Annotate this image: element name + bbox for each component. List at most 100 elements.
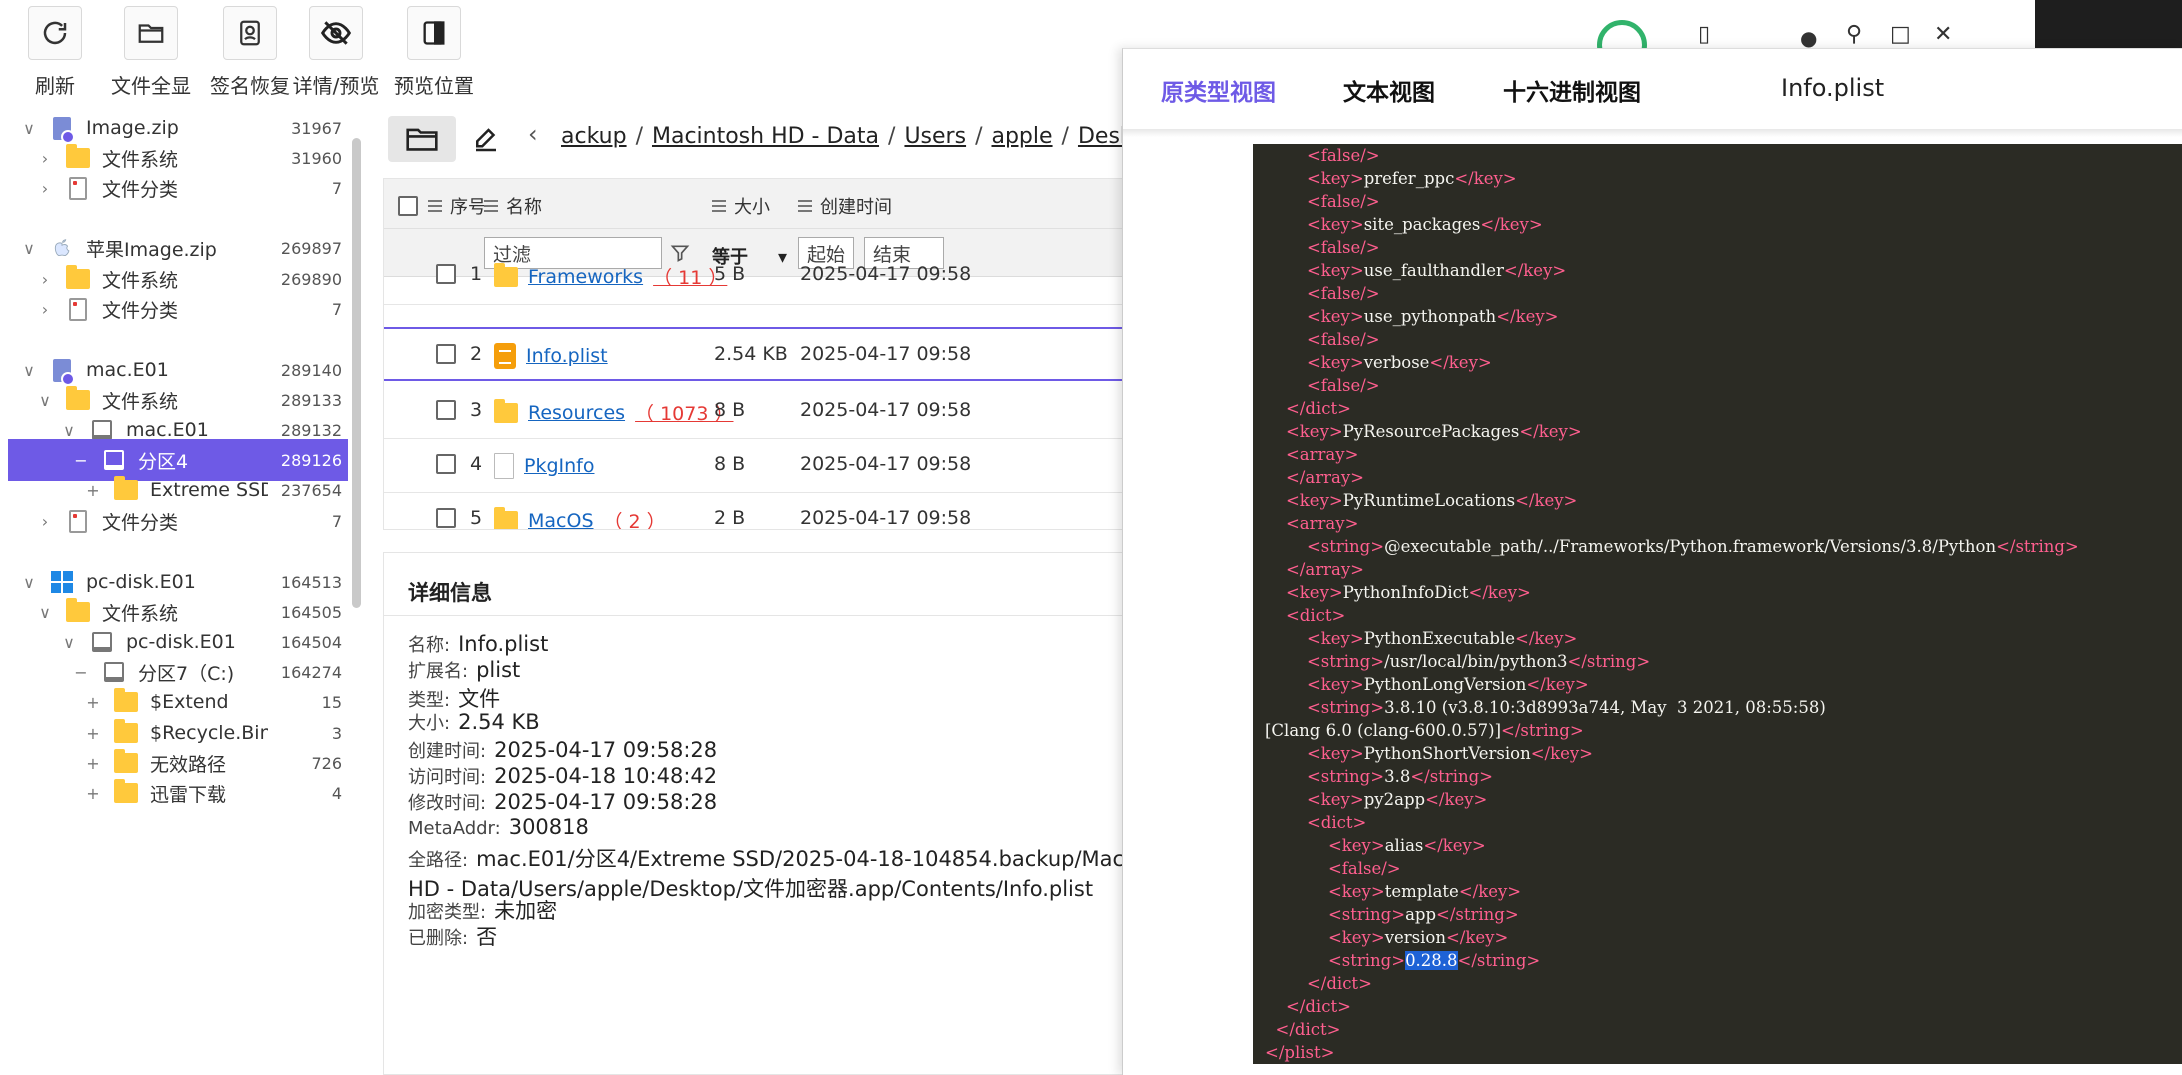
panel-right-icon bbox=[423, 21, 445, 45]
table-row[interactable]: 5 MacOS （ 2 ） 2 B 2025-04-17 09:58 bbox=[384, 493, 1122, 530]
tree-item-label: 文件分类 bbox=[102, 511, 179, 534]
tree-item-label: pc-disk.E01 bbox=[86, 571, 196, 593]
row-checkbox[interactable] bbox=[436, 344, 456, 364]
refresh-icon bbox=[43, 21, 67, 45]
show-all-button[interactable]: 文件全显 bbox=[106, 0, 196, 99]
chevron-down-icon[interactable]: ∨ bbox=[18, 573, 40, 592]
tree-item-count: 164505 bbox=[280, 602, 342, 622]
pin-icon[interactable]: ⚲ bbox=[1846, 22, 1862, 47]
detail-value: 2025-04-18 10:48:42 bbox=[494, 764, 718, 788]
tree-item-label: Extreme SSD bbox=[150, 479, 268, 501]
file-icon[interactable]: ▯ bbox=[1698, 22, 1710, 47]
tree-item-count: 164513 bbox=[280, 572, 342, 592]
filter-icon[interactable] bbox=[670, 243, 690, 263]
col-created[interactable]: 创建时间 bbox=[820, 193, 892, 219]
breadcrumb-segment[interactable]: ackup bbox=[561, 124, 627, 149]
chevron-down-icon[interactable]: ∨ bbox=[58, 633, 80, 652]
detail-value: 否 bbox=[476, 925, 498, 949]
edit-path-button[interactable] bbox=[468, 122, 504, 158]
chevron-down-icon[interactable]: ∨ bbox=[34, 603, 56, 622]
expand-icon[interactable]: + bbox=[82, 481, 104, 500]
tab-text-view[interactable]: 文本视图 bbox=[1343, 73, 1435, 107]
column-menu-icon bbox=[712, 200, 726, 212]
expand-icon[interactable]: + bbox=[82, 724, 104, 743]
collapse-icon[interactable]: − bbox=[70, 663, 92, 682]
maximize-icon[interactable]: □ bbox=[1890, 22, 1911, 47]
sign-recover-button[interactable]: 签名恢复 bbox=[205, 0, 295, 99]
tree-item-label: Image.zip bbox=[86, 117, 179, 139]
tree-item-count: 269890 bbox=[280, 269, 342, 289]
file-name-link[interactable]: Info.plist bbox=[526, 345, 608, 367]
row-checkbox[interactable] bbox=[436, 508, 456, 528]
chevron-right-icon[interactable]: › bbox=[34, 512, 56, 531]
tree-scrollbar[interactable] bbox=[352, 138, 361, 608]
row-checkbox[interactable] bbox=[436, 400, 456, 420]
tree-item-label: $Extend bbox=[150, 691, 229, 713]
chevron-down-icon[interactable]: ∨ bbox=[58, 421, 80, 440]
child-count[interactable]: （ 2 ） bbox=[604, 507, 666, 529]
col-size[interactable]: 大小 bbox=[734, 193, 770, 219]
col-index[interactable]: 序号 bbox=[450, 193, 486, 219]
selected-text[interactable]: 0.28.8 bbox=[1405, 951, 1458, 970]
tree-item[interactable]: › 文件分类 7 bbox=[8, 288, 348, 330]
sign-recover-label: 签名恢复 bbox=[210, 74, 290, 98]
folder-shape bbox=[66, 144, 90, 168]
tree-item[interactable]: › 文件分类 7 bbox=[8, 167, 348, 209]
tree-item[interactable]: › 文件分类 7 bbox=[8, 500, 348, 542]
category-icon bbox=[64, 509, 92, 533]
file-name-link[interactable]: Resources bbox=[528, 402, 625, 424]
created-time: 2025-04-17 09:58 bbox=[800, 507, 972, 529]
file-size: 8 B bbox=[714, 453, 746, 475]
expand-icon[interactable]: + bbox=[82, 784, 104, 803]
document-shape bbox=[69, 297, 87, 321]
row-checkbox[interactable] bbox=[436, 454, 456, 474]
breadcrumb-segment[interactable]: Users bbox=[904, 124, 966, 149]
category-icon bbox=[64, 297, 92, 321]
breadcrumb-segment[interactable]: Macintosh HD - Data bbox=[652, 124, 879, 149]
file-table: 序号 名称 大小 创建时间 过滤 等于 ▾ 起始 结束 1 Frameworks （ … bbox=[383, 178, 1123, 530]
file-name-link[interactable]: MacOS bbox=[528, 510, 594, 530]
chevron-down-icon[interactable]: ∨ bbox=[18, 239, 40, 258]
table-row[interactable]: 3 Resources （ 1073 ） 8 B 2025-04-17 09:58 bbox=[384, 385, 1122, 439]
chevron-right-icon[interactable]: › bbox=[34, 270, 56, 289]
detail-key: 名称: bbox=[408, 635, 451, 656]
refresh-button[interactable]: 刷新 bbox=[28, 0, 82, 99]
chevron-right-icon[interactable]: › bbox=[34, 149, 56, 168]
chevron-down-icon[interactable]: ∨ bbox=[18, 361, 40, 380]
detail-preview-button[interactable]: 详情/预览 bbox=[290, 0, 382, 99]
chevron-down-icon[interactable]: ∨ bbox=[18, 119, 40, 138]
chevron-left-icon[interactable]: ‹ bbox=[528, 120, 538, 148]
tree-item-label: 迅雷下载 bbox=[150, 783, 227, 806]
collapse-icon[interactable]: − bbox=[70, 451, 92, 470]
tab-raw-view[interactable]: 原类型视图 bbox=[1161, 73, 1276, 107]
table-row[interactable]: 1 Frameworks （ 11 ） 5 B 2025-04-17 09:58 bbox=[384, 262, 1122, 305]
folder-view-button[interactable] bbox=[388, 116, 456, 162]
folder-shape bbox=[114, 719, 138, 743]
created-time: 2025-04-17 09:58 bbox=[800, 263, 972, 285]
breadcrumb-segment[interactable]: apple bbox=[991, 124, 1052, 149]
tree-item-count: 3 bbox=[331, 723, 342, 743]
tree-item-count: 237654 bbox=[280, 480, 342, 500]
close-icon[interactable]: ✕ bbox=[1934, 22, 1952, 47]
expand-icon[interactable]: + bbox=[82, 693, 104, 712]
select-all-checkbox[interactable] bbox=[398, 196, 418, 216]
chevron-right-icon[interactable]: › bbox=[34, 179, 56, 198]
detail-value: 2.54 KB bbox=[458, 710, 540, 734]
tree-item[interactable]: + 迅雷下载 4 bbox=[8, 772, 348, 814]
file-name-link[interactable]: PkgInfo bbox=[524, 455, 594, 477]
document-shape bbox=[69, 176, 87, 200]
chevron-right-icon[interactable]: › bbox=[34, 300, 56, 319]
code-view[interactable]: <false/> <key>prefer_ppc</key> <false/> … bbox=[1253, 144, 2182, 1064]
row-checkbox[interactable] bbox=[436, 264, 456, 284]
table-row[interactable]: 2 Info.plist 2.54 KB 2025-04-17 09:58 bbox=[384, 327, 1122, 381]
chevron-down-icon[interactable]: ∨ bbox=[34, 391, 56, 410]
file-name-link[interactable]: Frameworks bbox=[528, 266, 643, 288]
user-icon[interactable]: ● bbox=[1800, 26, 1817, 50]
expand-icon[interactable]: + bbox=[82, 754, 104, 773]
preview-position-button[interactable]: 预览位置 bbox=[389, 0, 479, 99]
tab-hex-view[interactable]: 十六进制视图 bbox=[1503, 73, 1641, 107]
detail-value: plist bbox=[476, 658, 521, 682]
table-row[interactable]: 4 PkgInfo 8 B 2025-04-17 09:58 bbox=[384, 439, 1122, 493]
col-name[interactable]: 名称 bbox=[506, 193, 542, 219]
detail-key: 全路径: bbox=[408, 850, 469, 871]
